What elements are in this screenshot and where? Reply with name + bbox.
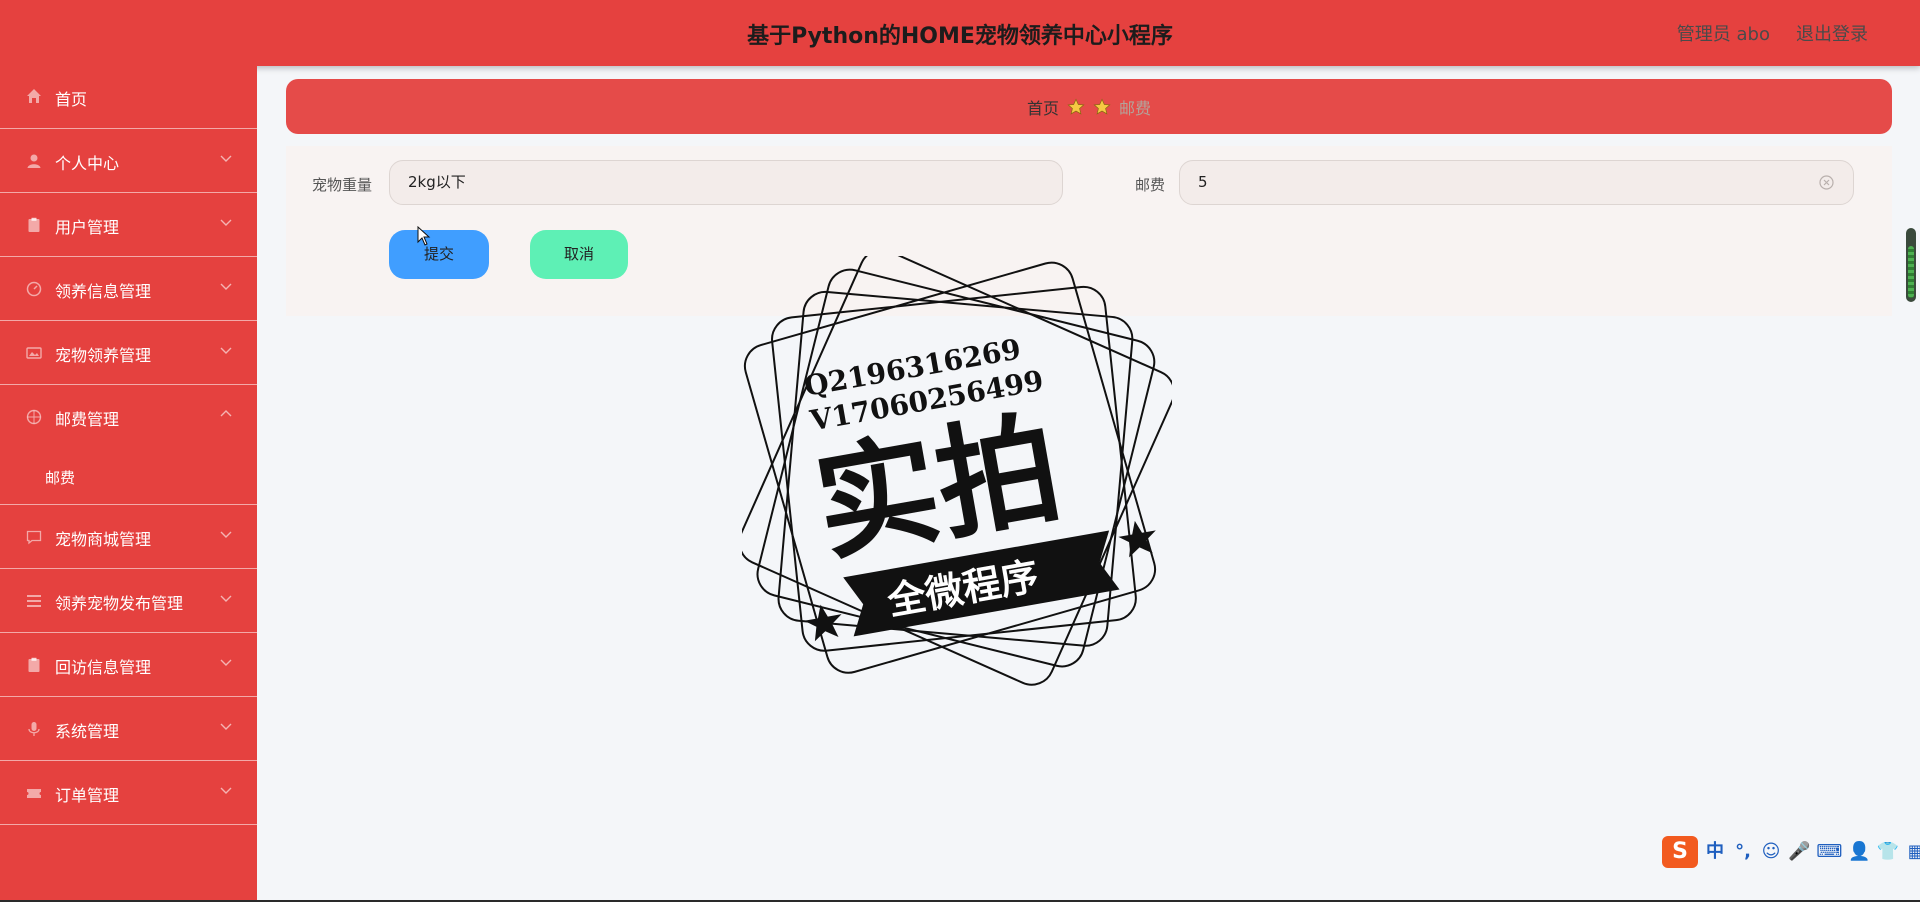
weight-label: 宠物重量 — [312, 176, 373, 194]
clipboard-icon — [28, 217, 40, 232]
microphone-icon[interactable]: 🎤 — [1788, 839, 1810, 865]
mouse-cursor-icon — [417, 226, 431, 246]
microphone-icon — [28, 722, 40, 736]
sidebar-item-label: 邮费管理 — [55, 410, 120, 429]
sidebar-item-label: 首页 — [55, 90, 88, 109]
clear-icon[interactable] — [1818, 174, 1835, 191]
fee-label: 邮费 — [1135, 176, 1166, 194]
sidebar-item-pet-adoption[interactable]: 宠物领养管理 — [0, 321, 257, 385]
fee-input[interactable]: 5 — [1179, 160, 1854, 205]
sidebar-item-label: 领养信息管理 — [55, 282, 152, 301]
basketball-icon — [26, 409, 42, 425]
sidebar-item-system-management[interactable]: 系统管理 — [0, 697, 257, 761]
weight-input[interactable]: 2kg以下 — [389, 160, 1063, 205]
sidebar-item-label: 用户管理 — [55, 218, 120, 237]
document-icon — [28, 657, 40, 672]
chevron-down-icon — [220, 531, 232, 538]
chevron-down-icon — [220, 219, 232, 226]
admin-user-label: 管理员 abo — [1676, 24, 1770, 45]
user-icon — [27, 154, 41, 168]
keyboard-icon[interactable]: ⌨ — [1816, 839, 1842, 865]
chevron-down-icon — [220, 155, 232, 162]
ime-chinese-mode[interactable]: 中 — [1704, 839, 1726, 865]
logout-link[interactable]: 退出登录 — [1796, 20, 1868, 46]
sidebar-item-label: 宠物商城管理 — [55, 530, 152, 549]
sidebar-item-pet-mall[interactable]: 宠物商城管理 — [0, 505, 257, 569]
user-icon[interactable]: 👤 — [1848, 839, 1870, 865]
breadcrumb-home-link[interactable]: 首页 — [1027, 95, 1059, 119]
emoji-icon[interactable]: ☺ — [1760, 839, 1782, 865]
ime-toolbar: S 中 °, ☺ 🎤 ⌨ 👤 👕 ▦ — [1662, 835, 1920, 869]
submit-button[interactable]: 提交 — [389, 230, 489, 279]
watermark-stamp: Q2196316269 V17060256499 实拍 全微程序 — [742, 256, 1172, 686]
picture-icon — [26, 347, 42, 359]
chevron-up-icon — [220, 410, 232, 417]
chevron-down-icon — [220, 787, 232, 794]
breadcrumb: 首页 邮费 — [286, 79, 1892, 134]
cancel-button[interactable]: 取消 — [530, 230, 628, 279]
ime-punctuation[interactable]: °, — [1732, 839, 1754, 865]
chevron-down-icon — [220, 723, 232, 730]
chevron-down-icon — [220, 659, 232, 666]
sidebar-item-adoption-info[interactable]: 领养信息管理 — [0, 257, 257, 321]
app-title: 基于Python的HOME宠物领养中心小程序 — [747, 24, 1173, 49]
grid-icon[interactable]: ▦ — [1905, 839, 1920, 865]
scrollbar-fill — [1908, 246, 1914, 298]
sogou-logo-icon[interactable]: S — [1662, 836, 1698, 868]
sidebar-item-postage-management[interactable]: 邮费管理 — [0, 385, 257, 449]
sidebar-menu: 首页 个人中心 用户管理 领养信息管理 宠物领养管理 邮费管理 邮费 宠物商城管… — [0, 66, 257, 900]
chevron-down-icon — [220, 595, 232, 602]
fee-input-value: 5 — [1198, 173, 1208, 191]
star-icon — [1067, 98, 1085, 115]
sidebar-item-label: 订单管理 — [55, 786, 120, 805]
sidebar-item-label: 系统管理 — [55, 722, 120, 741]
sidebar-item-personal-center[interactable]: 个人中心 — [0, 129, 257, 193]
home-icon — [27, 89, 41, 103]
sidebar-subitem-label: 邮费 — [45, 469, 76, 487]
sidebar-item-adoption-post[interactable]: 领养宠物发布管理 — [0, 569, 257, 633]
breadcrumb-current: 邮费 — [1119, 99, 1152, 118]
sidebar-item-revisit-info[interactable]: 回访信息管理 — [0, 633, 257, 697]
chevron-down-icon — [220, 347, 232, 354]
sidebar-item-label: 个人中心 — [55, 154, 120, 173]
sidebar-item-label: 回访信息管理 — [55, 658, 152, 677]
chevron-down-icon — [220, 283, 232, 290]
chat-icon — [26, 530, 42, 545]
sidebar-item-order-management[interactable]: 订单管理 — [0, 761, 257, 825]
sidebar-item-label: 领养宠物发布管理 — [55, 594, 184, 613]
sidebar-item-label: 宠物领养管理 — [55, 346, 152, 365]
star-icon — [1093, 98, 1111, 115]
ticket-icon — [27, 789, 41, 798]
watermark-star — [1118, 520, 1156, 558]
top-header: 基于Python的HOME宠物领养中心小程序 管理员 abo 退出登录 — [0, 0, 1920, 66]
sidebar-item-home[interactable]: 首页 — [0, 66, 257, 129]
skin-icon[interactable]: 👕 — [1877, 839, 1899, 865]
list-icon — [27, 595, 41, 607]
sidebar-subitem-postage[interactable]: 邮费 — [0, 449, 257, 505]
dashboard-icon — [26, 281, 42, 297]
sidebar-item-user-management[interactable]: 用户管理 — [0, 193, 257, 257]
